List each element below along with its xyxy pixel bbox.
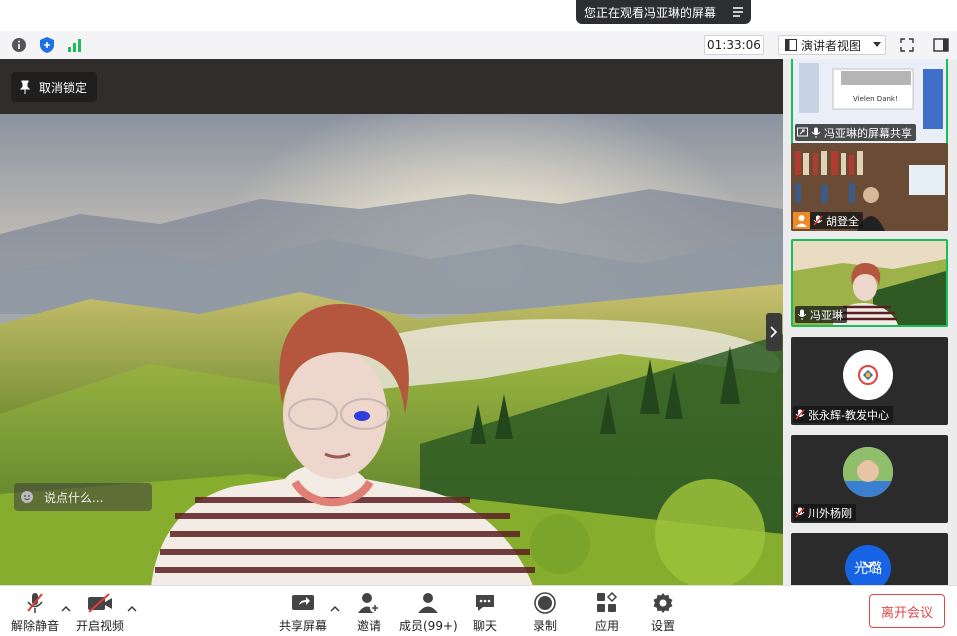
emoji-icon[interactable] [20,490,34,504]
participant-tile-chuanwaiyanggang[interactable]: 川外杨刚 [791,435,948,523]
menu-icon[interactable] [731,5,745,19]
info-icon[interactable] [10,36,28,54]
participant-name: 胡登全 [826,214,859,228]
chat-button[interactable]: 聊天 [471,591,499,634]
chat-placeholder: 说点什么... [44,490,104,505]
apps-button[interactable]: 应用 [593,591,621,634]
avatar [843,350,893,400]
speaker-video [0,114,783,585]
gear-icon [653,593,673,613]
meeting-timer: 01:33:06 [704,35,764,55]
record-button[interactable]: 录制 [531,591,559,634]
microphone-muted-icon [27,593,43,613]
screen-share-banner: 您正在观看冯亚琳的屏幕 [576,0,751,24]
microphone-muted-icon [795,507,805,518]
unmute-label: 解除静音 [11,619,60,633]
participant-nametag: 胡登全 [793,212,863,229]
participant-nametag: 冯亚琳的屏幕共享 [795,124,916,141]
members-label: 成员(99+) [399,619,458,633]
participant-tile-screen-share[interactable]: Vielen Dank! 冯亚琳的屏幕共享 [791,59,948,145]
chevron-down-icon[interactable] [862,561,876,569]
view-mode-select[interactable]: 演讲者视图 [778,35,886,55]
add-user-icon [358,593,380,613]
microphone-icon [797,309,807,320]
collapse-panel-button[interactable] [766,313,782,351]
start-video-button[interactable]: 开启视频 [76,591,124,634]
participant-tile-zhangyonghui[interactable]: 张永辉-教发中心 [791,337,948,425]
chevron-right-icon [770,326,778,338]
signal-icon[interactable] [66,36,84,54]
invite-label: 邀请 [356,619,381,633]
share-screen-button[interactable]: 共享屏幕 [279,591,327,634]
settings-label: 设置 [650,619,675,633]
chat-label: 聊天 [472,619,497,633]
security-shield-icon[interactable] [38,36,56,54]
leave-meeting-button[interactable]: 离开会议 [869,594,945,628]
start-video-label: 开启视频 [76,619,125,633]
participant-tile-fengyalin[interactable]: 冯亚琳 [791,239,948,327]
participant-name: 冯亚琳 [810,308,843,322]
audio-options-caret-icon[interactable] [61,604,71,614]
unpin-label: 取消锁定 [39,80,88,95]
share-screen-icon [797,127,808,137]
participant-nametag: 冯亚琳 [795,306,847,323]
speaker-video-frame [0,114,783,585]
invite-button[interactable]: 邀请 [355,591,383,634]
avatar-photo [843,447,893,497]
members-icon [418,593,439,613]
share-screen-label: 共享屏幕 [279,619,328,633]
view-mode-label: 演讲者视图 [801,38,862,53]
members-button[interactable]: 成员(99+) [399,591,458,634]
apps-label: 应用 [594,619,619,633]
avatar [843,447,893,497]
avatar-logo-icon [858,365,878,385]
microphone-muted-icon [813,215,823,226]
unpin-button[interactable]: 取消锁定 [11,72,98,102]
participant-name: 川外杨刚 [808,506,852,520]
video-options-caret-icon[interactable] [127,604,137,614]
participant-panel: Vielen Dank! 冯亚琳的屏幕共享 胡登全 冯亚琳 张永辉-教发中心 川… [783,59,957,585]
share-options-caret-icon[interactable] [330,604,340,614]
pin-icon [19,80,31,94]
slide-text: Vielen Dank! [853,95,898,103]
fullscreen-icon[interactable] [898,36,916,54]
microphone-icon [811,127,821,138]
participant-name: 冯亚琳的屏幕共享 [824,126,912,140]
meeting-topbar: 01:33:06 演讲者视图 [0,31,957,60]
record-label: 录制 [532,619,557,633]
unmute-button[interactable]: 解除静音 [11,591,59,634]
host-icon [793,212,810,229]
speaker-view-icon [785,39,797,51]
main-video-stage: 取消锁定 说点什么... [0,59,783,585]
participant-name: 张永辉-教发中心 [808,408,889,422]
apps-icon [597,592,618,612]
settings-button[interactable]: 设置 [649,591,677,634]
record-icon [534,592,556,614]
microphone-muted-icon [795,409,805,420]
chat-input[interactable]: 说点什么... [14,483,152,511]
chat-icon [476,595,494,611]
participant-nametag: 张永辉-教发中心 [793,406,893,423]
participant-tile-hudengquan[interactable]: 胡登全 [791,143,948,231]
participant-nametag: 川外杨刚 [793,504,856,521]
camera-off-icon [88,593,112,613]
share-screen-icon [292,595,314,610]
dropdown-caret-icon [873,42,882,47]
meeting-controls: 解除静音 开启视频 共享屏幕 邀请 成员(99+) 聊天 录制 应用 设置 离开… [0,585,957,636]
participant-tile-guanglu[interactable]: 光璐 [791,533,948,585]
side-panel-toggle-icon[interactable] [932,36,950,54]
banner-text: 您正在观看冯亚琳的屏幕 [584,5,717,20]
